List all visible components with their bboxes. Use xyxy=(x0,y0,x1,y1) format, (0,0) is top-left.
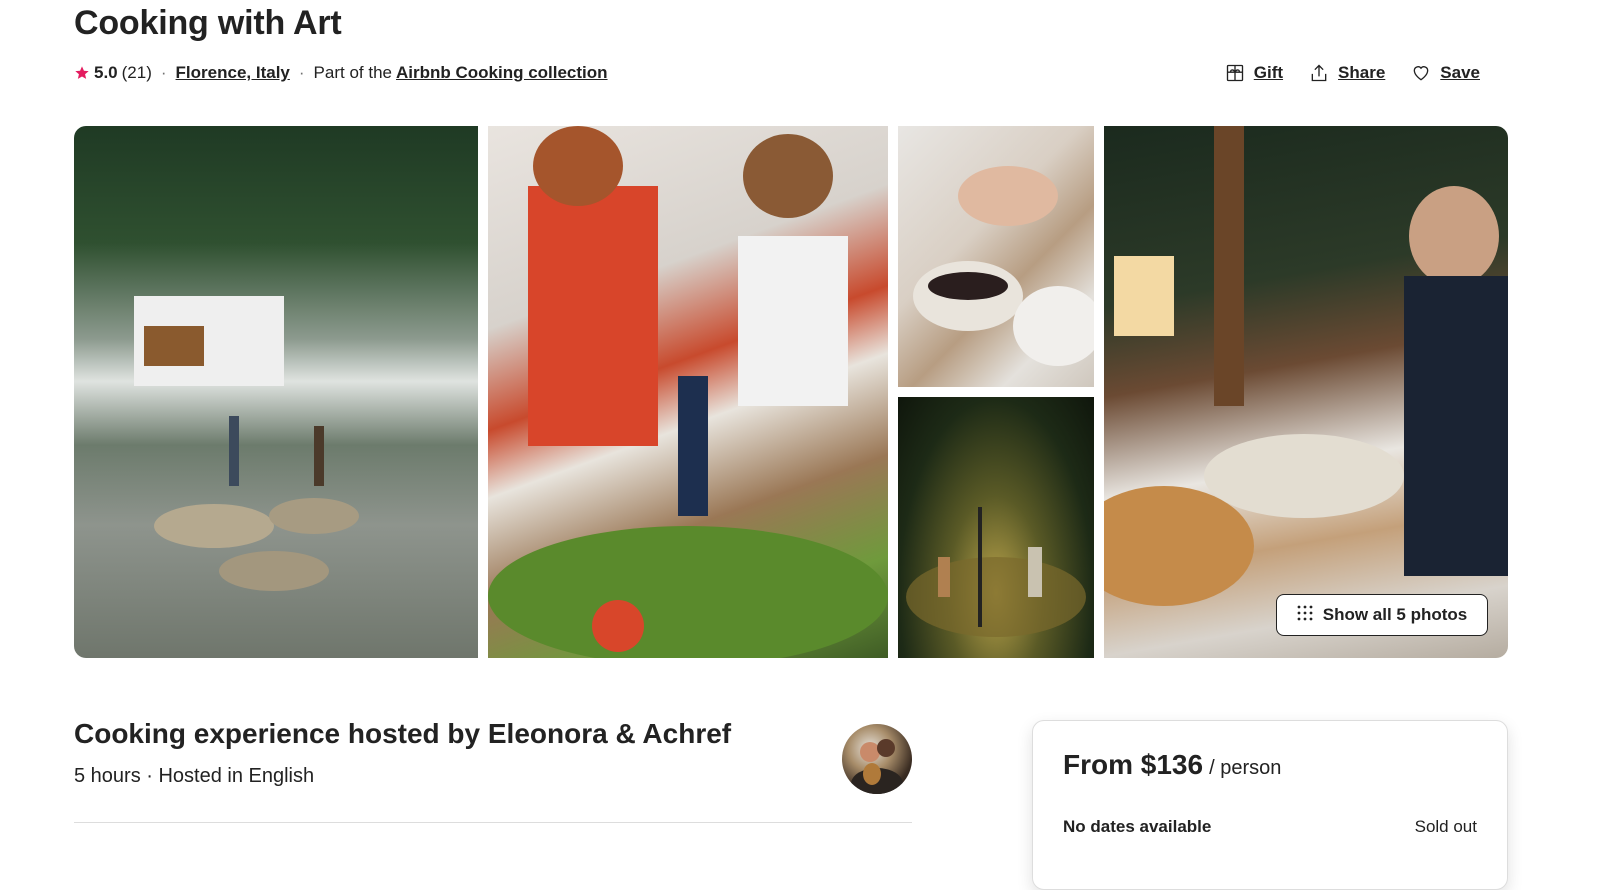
photo-gallery xyxy=(74,126,1508,658)
save-label[interactable]: Save xyxy=(1440,63,1480,83)
separator: · xyxy=(298,63,305,82)
star-icon xyxy=(74,65,90,81)
photo-night-concert[interactable] xyxy=(898,397,1094,658)
rating-value: 5.0 xyxy=(94,63,118,82)
listing-meta: 5.0 (21) · Florence, Italy · Part of the… xyxy=(74,61,608,85)
gift-icon xyxy=(1225,63,1245,83)
gift-button[interactable]: Gift xyxy=(1225,63,1283,83)
section-divider xyxy=(74,822,912,823)
photo-cooking-women[interactable] xyxy=(488,126,888,658)
location-link[interactable]: Florence, Italy xyxy=(176,63,290,83)
gift-label[interactable]: Gift xyxy=(1254,63,1283,83)
price-unit: / person xyxy=(1209,757,1282,779)
grid-dots-icon xyxy=(1297,605,1313,626)
host-subtitle: 5 hours · Hosted in English xyxy=(74,765,315,787)
host-avatar[interactable] xyxy=(842,724,912,794)
booking-card: From $136 / person No dates available So… xyxy=(1032,720,1508,890)
sold-out-status: Sold out xyxy=(1414,817,1477,836)
page-title: Cooking with Art xyxy=(74,4,342,42)
host-title: Cooking experience hosted by Eleonora & … xyxy=(74,718,732,749)
review-count[interactable]: (21) xyxy=(122,63,152,83)
share-button[interactable]: Share xyxy=(1309,63,1385,83)
photo-garden-gathering[interactable] xyxy=(74,126,478,658)
listing-actions: Gift Share Save xyxy=(1225,60,1480,86)
heart-icon xyxy=(1411,63,1431,83)
show-all-label: Show all 5 photos xyxy=(1322,605,1468,624)
collection-prefix: Part of the xyxy=(313,63,392,82)
save-button[interactable]: Save xyxy=(1411,63,1480,83)
photo-buffet-dinner[interactable] xyxy=(1104,126,1508,658)
photo-hands-bowls[interactable] xyxy=(898,126,1094,387)
collection-link[interactable]: Airbnb Cooking collection xyxy=(396,63,608,83)
share-label[interactable]: Share xyxy=(1338,63,1385,83)
show-all-photos-button[interactable]: Show all 5 photos xyxy=(1276,594,1488,636)
price-row: From $136 / person xyxy=(1063,749,1281,781)
price-amount: From $136 xyxy=(1063,749,1204,780)
share-icon xyxy=(1309,63,1329,83)
separator: · xyxy=(160,63,167,82)
availability-text: No dates available xyxy=(1063,817,1212,836)
